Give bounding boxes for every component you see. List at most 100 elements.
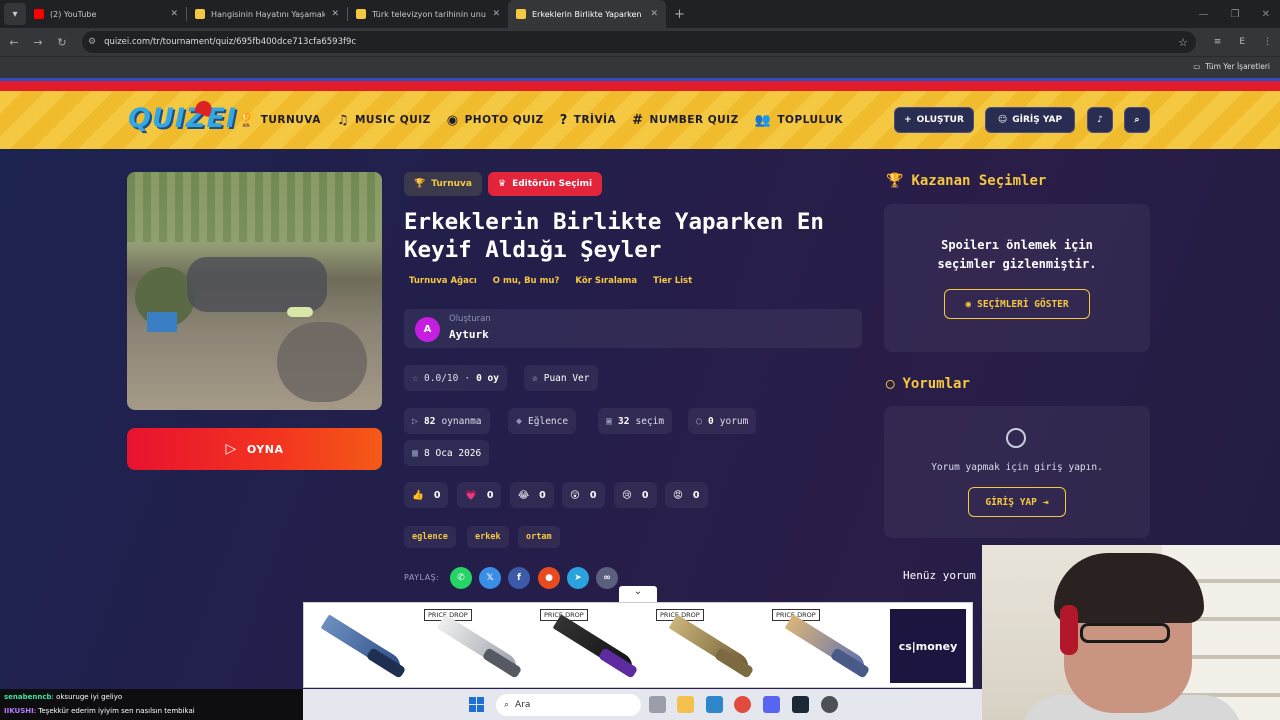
reaction-angry[interactable]: 😡 0 (665, 482, 708, 508)
reload-icon[interactable]: ↻ (50, 36, 74, 49)
mode-bracket[interactable]: Turnuva Ağacı (409, 276, 477, 286)
tab-search-icon[interactable]: ▾ (4, 3, 26, 25)
ad-knife-2[interactable]: PRICE DROP (420, 603, 534, 689)
csmoney-logo[interactable]: cs|money (890, 609, 966, 683)
nav-trivia[interactable]: ? TRİVİA (560, 113, 616, 128)
chat-message: : Teşekkür ederim iyiyim sen nasılsın te… (33, 707, 195, 715)
minimize-icon[interactable]: — (1199, 9, 1209, 20)
windows-start-icon[interactable] (469, 697, 484, 712)
winners-heading: 🏆 Kazanan Seçimler (886, 173, 1046, 189)
nav-label: MUSIC QUIZ (354, 114, 431, 126)
file-explorer-icon[interactable] (677, 696, 694, 713)
edge-icon[interactable] (706, 696, 723, 713)
forward-icon[interactable]: → (26, 36, 50, 49)
ad-knife-4[interactable]: PRICE DROP (652, 603, 766, 689)
steam-icon[interactable] (792, 696, 809, 713)
nav-music-quiz[interactable]: ♫ MUSIC QUIZ (337, 113, 431, 128)
tab-close-icon[interactable]: ✕ (492, 9, 500, 19)
category-chip[interactable]: ◆ Eğlence (508, 408, 577, 434)
all-bookmarks-button[interactable]: ▭ Tüm Yer İşaretleri (1193, 62, 1270, 71)
angry-icon: 😡 (673, 489, 683, 501)
badge-turnuva[interactable]: 🏆 Turnuva (404, 172, 482, 196)
chat-username: IIKUSHI (4, 707, 34, 715)
profile-icon[interactable]: E (1239, 37, 1245, 47)
browser-menu-icon[interactable]: ⋮ (1263, 37, 1272, 47)
site-info-icon[interactable]: ⚙ (88, 37, 96, 47)
taskbar-search[interactable]: ⌕ Ara (496, 694, 641, 716)
winners-panel: Spoilerı önlemek için seçimler gizlenmiş… (884, 204, 1150, 352)
task-view-icon[interactable] (649, 696, 666, 713)
reaction-wow[interactable]: 😲 0 (562, 482, 605, 508)
obs-icon[interactable] (821, 696, 838, 713)
ad-knife-3[interactable]: PRICE DROP (536, 603, 650, 689)
login-label: GİRİŞ YAP (1012, 115, 1063, 125)
plus-icon: + (904, 115, 912, 125)
mode-this-or-that[interactable]: O mu, Bu mu? (493, 276, 560, 286)
browser-tab-youtube[interactable]: (2) YouTube ✕ (26, 0, 186, 28)
notifications-button[interactable]: ♪ (1087, 107, 1113, 133)
site-logo[interactable]: QUIZEI (128, 103, 237, 134)
reaction-sad[interactable]: 😢 0 (614, 482, 657, 508)
mode-tier-list[interactable]: Tier List (653, 276, 692, 286)
media-control-icon[interactable]: ≡ (1214, 37, 1222, 47)
back-icon[interactable]: ← (2, 36, 26, 49)
plays-label: oynanma (441, 415, 482, 427)
create-button[interactable]: + OLUŞTUR (894, 107, 974, 133)
rate-button[interactable]: ☆ Puan Ver (524, 365, 598, 391)
tab-close-icon[interactable]: ✕ (170, 9, 178, 19)
reaction-love[interactable]: 💗 0 (457, 482, 502, 508)
nav-turnuva[interactable]: 🏆 TURNUVA (238, 113, 321, 128)
images-icon: ▣ (606, 415, 613, 427)
share-x-icon[interactable]: 𝕏 (479, 567, 501, 589)
browser-tab-active[interactable]: Erkeklerin Birlikte Yaparken En I ✕ (508, 0, 666, 28)
show-choices-button[interactable]: ◉ SEÇİMLERİ GÖSTER (944, 289, 1090, 319)
maximize-icon[interactable]: ❐ (1231, 9, 1240, 20)
ad-knife-1[interactable] (304, 603, 418, 689)
discord-icon[interactable] (763, 696, 780, 713)
ad-knife-5[interactable]: PRICE DROP (768, 603, 882, 689)
comments-label: yorum (719, 415, 749, 427)
ad-collapse-icon[interactable]: ⌄ (619, 586, 657, 602)
tab-close-icon[interactable]: ✕ (331, 9, 339, 19)
play-button[interactable]: ▷ OYNA (127, 428, 382, 470)
nav-topluluk[interactable]: 👥 TOPLULUK (755, 113, 843, 128)
browser-tab-hangisinin[interactable]: Hangisinin Hayatını Yaşamak İst ✕ (187, 0, 347, 28)
rate-label: Puan Ver (543, 372, 590, 384)
reaction-count: 0 (486, 489, 494, 501)
new-tab-icon[interactable]: + (674, 7, 685, 22)
search-button[interactable]: ⌕ (1124, 107, 1150, 133)
category-label: Eğlence (528, 415, 569, 427)
comments-login-button[interactable]: GİRİŞ YAP ⇥ (968, 487, 1066, 517)
ad-banner[interactable]: PRICE DROP PRICE DROP PRICE DROP PRICE D… (303, 602, 973, 688)
badge-editors-choice: ♛ Editörün Seçimi (488, 172, 603, 196)
copy-link-icon[interactable]: ∞ (596, 567, 618, 589)
reaction-count: 0 (641, 489, 649, 501)
category-icon: ◆ (516, 415, 523, 427)
tag-erkek[interactable]: erkek (467, 526, 509, 548)
login-button[interactable]: ☺ GİRİŞ YAP (985, 107, 1075, 133)
nav-number-quiz[interactable]: # NUMBER QUIZ (632, 113, 739, 128)
bookmarks-label: Tüm Yer İşaretleri (1205, 62, 1270, 71)
eye-icon: ◉ (965, 298, 972, 310)
share-telegram-icon[interactable]: ➤ (567, 567, 589, 589)
tag-ortam[interactable]: ortam (518, 526, 560, 548)
close-window-icon[interactable]: ✕ (1262, 9, 1270, 20)
share-facebook-icon[interactable]: f (508, 567, 530, 589)
reaction-like[interactable]: 👍 0 (404, 482, 449, 508)
url-input[interactable]: ⚙ quizei.com/tr/tournament/quiz/695fb400… (82, 31, 1196, 53)
share-whatsapp-icon[interactable]: ✆ (450, 567, 472, 589)
nav-photo-quiz[interactable]: ◉ PHOTO QUIZ (447, 113, 544, 128)
url-text: quizei.com/tr/tournament/quiz/695fb400dc… (104, 37, 357, 47)
tag-eglence[interactable]: eglence (404, 526, 456, 548)
reaction-laugh[interactable]: 😂 0 (510, 482, 554, 508)
mode-blind-rank[interactable]: Kör Sıralama (575, 276, 637, 286)
browser-tab-turk-televizyon[interactable]: Türk televizyon tarihinin unutul ✕ (348, 0, 508, 28)
creator-name[interactable]: Ayturk (449, 328, 489, 341)
chrome-icon[interactable] (734, 696, 751, 713)
creator-card[interactable]: A Oluşturan Ayturk (404, 309, 862, 348)
share-reddit-icon[interactable]: ● (538, 567, 560, 589)
bookmark-star-icon[interactable]: ☆ (1178, 36, 1188, 49)
spoiler-text: Spoilerı önlemek için (941, 238, 1093, 252)
youtube-favicon-icon (34, 9, 44, 19)
tab-close-icon[interactable]: ✕ (650, 9, 658, 19)
